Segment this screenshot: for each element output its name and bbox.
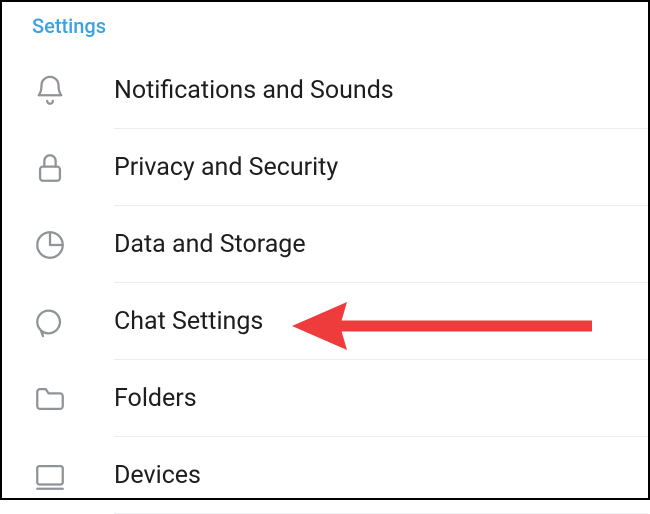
settings-item-chat-settings[interactable]: Chat Settings — [2, 283, 648, 360]
settings-item-data-storage[interactable]: Data and Storage — [2, 206, 648, 283]
settings-item-label: Folders — [114, 384, 197, 413]
settings-section-header: Settings — [2, 2, 648, 52]
settings-item-folders[interactable]: Folders — [2, 360, 648, 437]
settings-item-label: Devices — [114, 461, 201, 490]
folder-icon — [30, 379, 70, 419]
settings-item-label: Chat Settings — [114, 307, 263, 336]
settings-list: Notifications and Sounds Privacy and Sec… — [2, 52, 648, 514]
settings-item-label: Privacy and Security — [114, 153, 338, 182]
device-icon — [30, 456, 70, 496]
settings-item-label: Notifications and Sounds — [114, 76, 394, 105]
settings-item-label: Data and Storage — [114, 230, 306, 259]
lock-icon — [30, 148, 70, 188]
settings-item-notifications[interactable]: Notifications and Sounds — [2, 52, 648, 129]
settings-item-privacy[interactable]: Privacy and Security — [2, 129, 648, 206]
settings-item-devices[interactable]: Devices — [2, 437, 648, 514]
bell-icon — [30, 71, 70, 111]
chat-bubble-icon — [30, 302, 70, 342]
pie-chart-icon — [30, 225, 70, 265]
